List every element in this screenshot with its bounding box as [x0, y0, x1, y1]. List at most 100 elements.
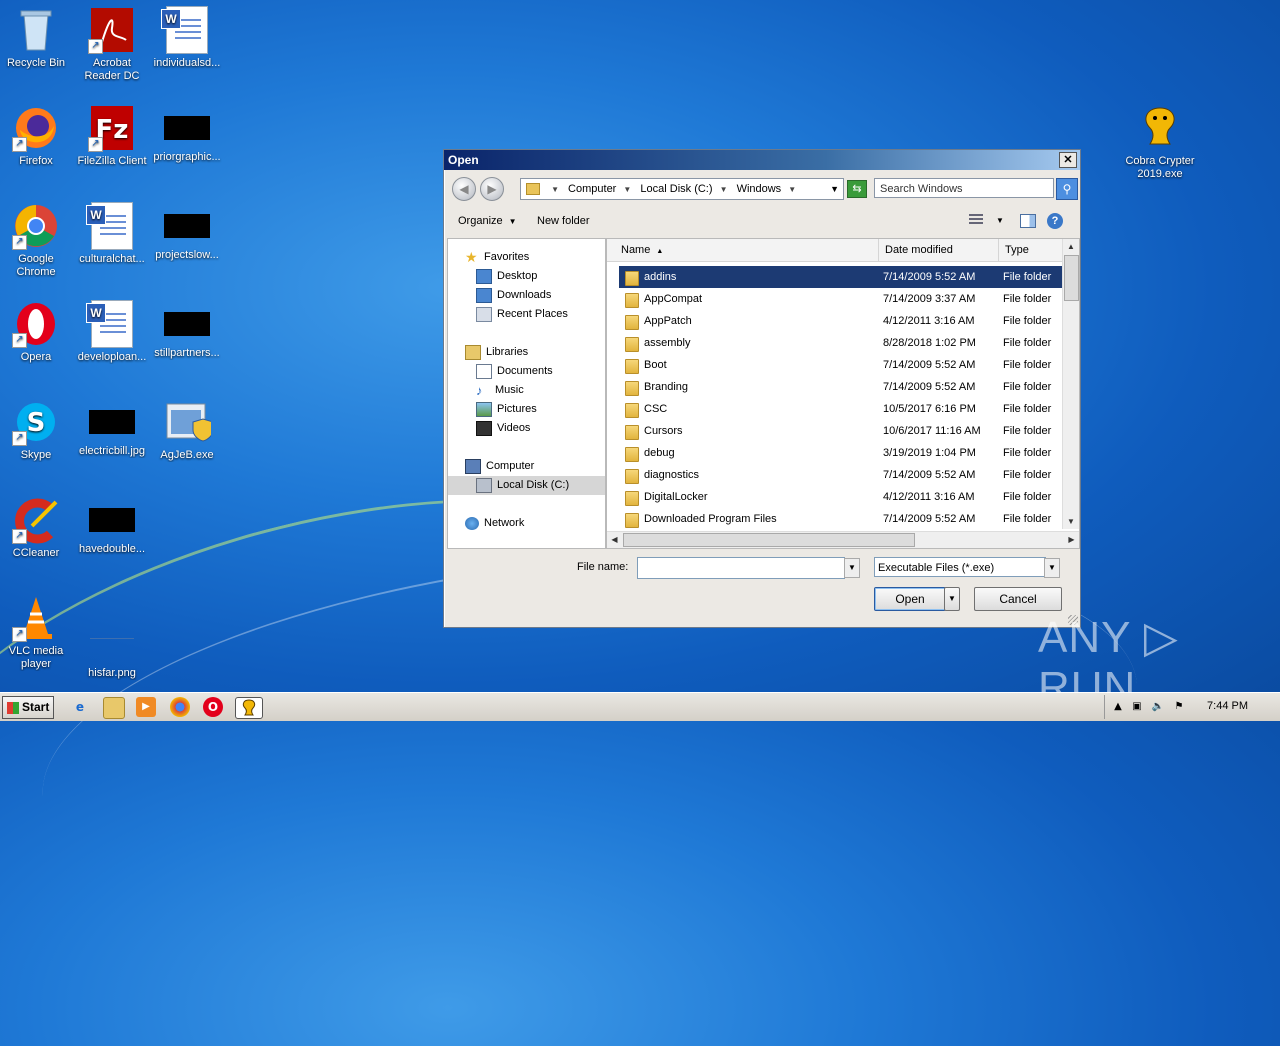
back-button[interactable]: ◀	[452, 177, 476, 201]
start-button[interactable]: Start	[2, 696, 54, 719]
desktop-icon-vlc[interactable]: ↗ VLC media player	[0, 594, 75, 671]
nav-favorites[interactable]: ★ Favorites	[448, 248, 605, 267]
explorer-folder-icon[interactable]	[103, 697, 125, 719]
file-row[interactable]: assembly 8/28/2018 1:02 PM File folder	[619, 332, 1063, 354]
file-row[interactable]: Boot 7/14/2009 5:52 AM File folder	[619, 354, 1063, 376]
nav-local-disk[interactable]: Local Disk (C:)	[448, 476, 605, 495]
open-options-dropdown-icon[interactable]: ▼	[944, 587, 960, 611]
horizontal-scrollbar[interactable]: ◀ ▶	[607, 531, 1079, 548]
chrome-icon[interactable]	[170, 697, 190, 717]
file-type: File folder	[1003, 337, 1052, 349]
network-status-icon[interactable]: ▣	[1130, 700, 1144, 714]
scroll-left-icon[interactable]: ◀	[607, 532, 622, 548]
scroll-thumb[interactable]	[1064, 255, 1079, 301]
file-row[interactable]: Downloaded Program Files 7/14/2009 5:52 A…	[619, 508, 1063, 530]
scroll-right-icon[interactable]: ▶	[1064, 532, 1079, 548]
cancel-button[interactable]: Cancel	[974, 587, 1062, 611]
desktop-icon-chrome[interactable]: ↗ Google Chrome	[0, 202, 75, 279]
internet-explorer-icon[interactable]: e	[70, 697, 90, 717]
address-bar[interactable]: ▼ Computer ▼ Local Disk (C:) ▼ Windows ▼…	[520, 178, 844, 200]
opera-icon[interactable]: O	[203, 697, 223, 717]
desktop-icon-filezilla[interactable]: Fz ↗ FileZilla Client	[73, 104, 151, 168]
desktop-icon-electricbill[interactable]: electricbill.jpg	[73, 398, 151, 458]
desktop-icon-ccleaner[interactable]: ↗ CCleaner	[0, 496, 75, 560]
preview-pane-icon[interactable]	[1020, 214, 1036, 228]
media-player-icon[interactable]: ▶	[136, 697, 156, 717]
new-folder-button[interactable]: New folder	[537, 206, 590, 236]
desktop-icon-cobra-crypter[interactable]: Cobra Crypter 2019.exe	[1121, 104, 1199, 181]
file-row[interactable]: addins 7/14/2009 5:52 AM File folder	[619, 266, 1063, 288]
file-name-dropdown-icon[interactable]: ▼	[844, 558, 860, 578]
view-dropdown-icon[interactable]: ▼	[996, 206, 1004, 236]
file-row[interactable]: debug 3/19/2019 1:04 PM File folder	[619, 442, 1063, 464]
volume-icon[interactable]: 🔈	[1151, 700, 1165, 714]
file-row[interactable]: diagnostics 7/14/2009 5:52 AM File folder	[619, 464, 1063, 486]
desktop-icon-projectslow[interactable]: projectslow...	[148, 202, 226, 262]
action-center-flag-icon[interactable]: ⚑	[1172, 700, 1186, 714]
desktop-icon-hisfar[interactable]: hisfar.png	[73, 594, 151, 680]
word-document-icon: W	[86, 300, 136, 348]
desktop-icon-firefox[interactable]: ↗ Firefox	[0, 104, 75, 168]
desktop-icon-opera[interactable]: ↗ Opera	[0, 300, 75, 364]
nav-downloads[interactable]: Downloads	[448, 286, 605, 305]
file-row[interactable]: CSC 10/5/2017 6:16 PM File folder	[619, 398, 1063, 420]
file-row[interactable]: AppCompat 7/14/2009 3:37 AM File folder	[619, 288, 1063, 310]
windows-logo-icon	[7, 701, 19, 714]
desktop-icon-culturalchat[interactable]: W culturalchat...	[73, 202, 151, 266]
file-row[interactable]: Cursors 10/6/2017 11:16 AM File folder	[619, 420, 1063, 442]
desktop-icon-agjeb[interactable]: AgJeB.exe	[148, 398, 226, 462]
help-icon[interactable]: ?	[1047, 213, 1063, 229]
nav-desktop[interactable]: Desktop	[448, 267, 605, 286]
organize-button[interactable]: Organize ▼	[458, 206, 517, 237]
chevron-right-icon[interactable]: ▼	[623, 185, 631, 194]
search-button[interactable]: ⚲	[1056, 178, 1078, 200]
desktop-icon-stillpartners[interactable]: stillpartners...	[148, 300, 226, 360]
vertical-scrollbar[interactable]: ▲ ▼	[1062, 239, 1079, 529]
nav-videos[interactable]: Videos	[448, 419, 605, 438]
folder-icon	[625, 381, 639, 396]
search-input[interactable]: Search Windows	[874, 178, 1054, 198]
nav-recent-places[interactable]: Recent Places	[448, 305, 605, 324]
nav-computer[interactable]: Computer	[448, 457, 605, 476]
breadcrumb-local-disk[interactable]: Local Disk (C:)	[640, 183, 712, 195]
clock[interactable]: 7:44 PM	[1207, 700, 1248, 712]
refresh-button[interactable]: ⇆	[847, 180, 867, 198]
file-type-dropdown-icon[interactable]: ▼	[1044, 558, 1060, 578]
column-name[interactable]: Name ▲	[607, 239, 879, 261]
desktop-icon-individualsd[interactable]: W individualsd...	[148, 6, 226, 70]
nav-libraries[interactable]: Libraries	[448, 343, 605, 362]
scroll-up-icon[interactable]: ▲	[1063, 239, 1079, 254]
address-dropdown-icon[interactable]: ▼	[830, 179, 839, 199]
nav-music[interactable]: ♪ Music	[448, 381, 605, 400]
desktop-icon-priorgraphic[interactable]: priorgraphic...	[148, 104, 226, 164]
scroll-down-icon[interactable]: ▼	[1063, 514, 1079, 529]
open-button[interactable]: Open	[874, 587, 946, 611]
scroll-thumb[interactable]	[623, 533, 915, 547]
file-row[interactable]: Branding 7/14/2009 5:52 AM File folder	[619, 376, 1063, 398]
dialog-titlebar[interactable]: Open ✕	[444, 150, 1080, 170]
nav-pictures[interactable]: Pictures	[448, 400, 605, 419]
cobra-crypter-task-icon[interactable]	[235, 697, 263, 719]
file-type-select[interactable]: Executable Files (*.exe)	[874, 557, 1046, 577]
sort-ascending-icon: ▲	[656, 248, 664, 255]
file-name-input[interactable]	[637, 557, 845, 579]
desktop-icon-havedouble[interactable]: havedouble...	[73, 496, 151, 556]
desktop-icon-skype[interactable]: S ↗ Skype	[0, 398, 75, 462]
breadcrumb-windows[interactable]: Windows	[737, 183, 782, 195]
nav-network[interactable]: Network	[448, 514, 605, 533]
forward-button[interactable]: ▶	[480, 177, 504, 201]
desktop-icon-developloan[interactable]: W developloan...	[73, 300, 151, 364]
breadcrumb-computer[interactable]: Computer	[568, 183, 616, 195]
nav-documents[interactable]: Documents	[448, 362, 605, 381]
column-date-modified[interactable]: Date modified	[879, 239, 999, 261]
chevron-right-icon[interactable]: ▼	[720, 185, 728, 194]
view-options-icon[interactable]	[969, 214, 983, 226]
close-button[interactable]: ✕	[1059, 152, 1077, 168]
file-row[interactable]: AppPatch 4/12/2011 3:16 AM File folder	[619, 310, 1063, 332]
chevron-right-icon[interactable]: ▼	[788, 185, 796, 194]
desktop-icon-recycle-bin[interactable]: Recycle Bin	[0, 6, 75, 70]
desktop-icon-acrobat[interactable]: ↗ Acrobat Reader DC	[73, 6, 151, 83]
file-row[interactable]: DigitalLocker 4/12/2011 3:16 AM File folde…	[619, 486, 1063, 508]
column-type[interactable]: Type	[999, 239, 1069, 261]
show-hidden-icons-icon[interactable]: ▲	[1111, 700, 1125, 714]
